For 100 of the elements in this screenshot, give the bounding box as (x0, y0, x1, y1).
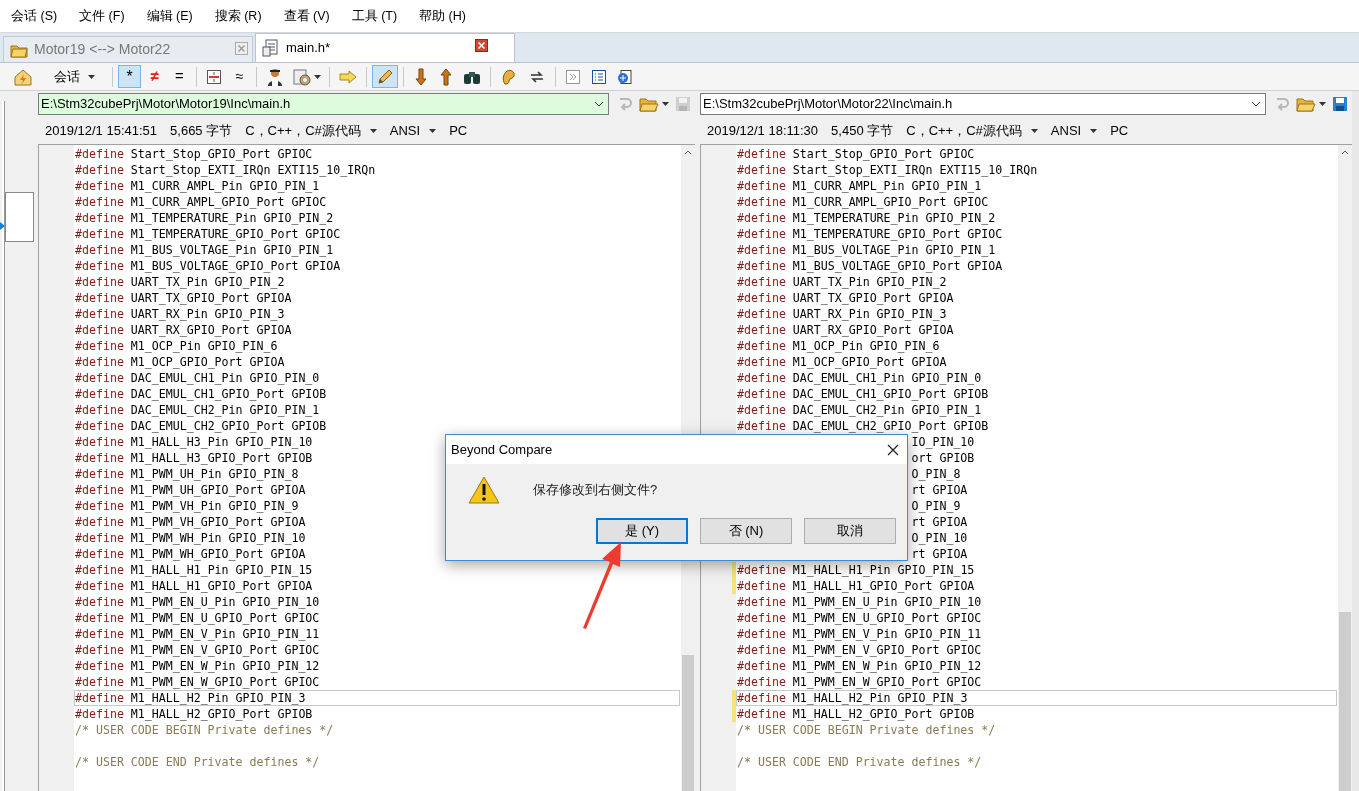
code-line: #define UART_TX_Pin GPIO_PIN_2 (75, 274, 285, 290)
line-ending-label[interactable]: PC (449, 120, 468, 141)
menu-item[interactable]: 工具 (T) (350, 6, 399, 26)
open-folder-dropdown[interactable] (1296, 96, 1326, 112)
code-line: #define M1_PWM_EN_V_GPIO_Port GPIOC (75, 642, 320, 658)
close-icon[interactable] (475, 39, 488, 52)
code-line: #define M1_PWM_EN_V_GPIO_Port GPIOC (737, 642, 982, 658)
tab[interactable]: Motor19 <--> Motor22 (3, 36, 253, 62)
code-line: #define M1_PWM_VH_Pin GPIO_PIN_9 (75, 498, 299, 514)
code-line: #define UART_TX_GPIO_Port GPIOA (75, 290, 292, 306)
code-line: #define DAC_EMUL_CH1_Pin GPIO_PIN_0 (75, 370, 320, 386)
code-line: rt GPIOA (911, 546, 968, 562)
encoding-dropdown[interactable]: ANSI (1050, 120, 1098, 141)
code-line: #define DAC_EMUL_CH2_GPIO_Port GPIOB (75, 418, 327, 434)
code-line: #define M1_PWM_VH_GPIO_Port GPIOA (75, 514, 306, 530)
code-line: #define M1_CURR_AMPL_GPIO_Port GPIOC (75, 194, 327, 210)
scroll-up-icon[interactable] (684, 150, 692, 155)
code-line: #define M1_PWM_EN_V_Pin GPIO_PIN_11 (75, 626, 320, 642)
line-ending-label[interactable]: PC (1110, 120, 1129, 141)
code-comment: /* USER CODE BEGIN Private defines */ (737, 722, 996, 738)
warning-icon[interactable] (468, 476, 500, 504)
code-line: ort GPIOB (911, 450, 975, 466)
caret-icon (369, 128, 377, 133)
code-line: #define M1_TEMPERATURE_GPIO_Port GPIOC (737, 226, 1003, 242)
format-dropdown[interactable]: C，C++，C#源代码 (245, 120, 377, 141)
format-dropdown[interactable]: C，C++，C#源代码 (906, 120, 1038, 141)
path-field[interactable]: E:\Stm32cubePrj\Motor\Motor19\Inc\main.h (38, 93, 609, 115)
code-line: #define Start_Stop_EXTI_IRQn EXTI15_10_IRQn (75, 162, 376, 178)
code-line: #define M1_BUS_VOLTAGE_GPIO_Port GPIOA (75, 258, 341, 274)
code-line: #define M1_PWM_EN_W_GPIO_Port GPIOC (75, 674, 320, 690)
scrollbar-thumb[interactable] (1339, 612, 1351, 791)
dialog-button[interactable]: 取消 (804, 518, 896, 544)
filter-button[interactable]: = (168, 65, 191, 88)
code-line: #define M1_HALL_H1_Pin GPIO_PIN_15 (75, 562, 313, 578)
file-date: 2019/12/1 18:11:30 (707, 121, 819, 140)
scroll-up-icon[interactable] (1341, 150, 1349, 155)
dialog-button[interactable]: 是 (Y) (596, 518, 688, 544)
tab-label: main.h* (286, 39, 331, 58)
code-line: #define M1_HALL_H3_GPIO_Port GPIOB (75, 450, 313, 466)
code-line: #define M1_PWM_UH_Pin GPIO_PIN_8 (75, 466, 299, 482)
code-line: #define M1_PWM_EN_U_GPIO_Port GPIOC (75, 610, 320, 626)
filter-button[interactable]: * (118, 65, 141, 88)
chevron-icon (594, 101, 604, 107)
dialog-button[interactable]: 否 (N) (700, 518, 792, 544)
save-icon[interactable] (1332, 96, 1348, 112)
code-line: rt GPIOA (911, 482, 968, 498)
code-line: #define UART_RX_Pin GPIO_PIN_3 (737, 306, 947, 322)
menu-item[interactable]: 查看 (V) (282, 6, 331, 26)
close-icon[interactable] (887, 443, 899, 456)
caret-icon (1090, 128, 1098, 133)
code-line: #define UART_RX_Pin GPIO_PIN_3 (75, 306, 285, 322)
code-line: #define M1_PWM_WH_Pin GPIO_PIN_10 (75, 530, 306, 546)
file-date: 2019/12/1 15:41:51 (45, 121, 158, 140)
code-line: #define DAC_EMUL_CH2_GPIO_Port GPIOB (737, 418, 989, 434)
filter-button[interactable]: ≠ (143, 65, 166, 88)
code-comment: /* USER CODE END Private defines */ (737, 754, 982, 770)
similar-button[interactable]: ≈ (228, 65, 251, 88)
scrollbar-thumb[interactable] (682, 655, 694, 791)
code-line: #define UART_TX_Pin GPIO_PIN_2 (737, 274, 947, 290)
menu-item[interactable]: 会话 (S) (10, 6, 59, 26)
path-field[interactable]: E:\Stm32cubePrj\Motor\Motor22\Inc\main.h (700, 93, 1266, 115)
menu-item[interactable]: 搜索 (R) (213, 6, 263, 26)
dialog-message: 保存修改到右侧文件? (533, 481, 658, 500)
caret-icon (1030, 128, 1038, 133)
code-line: O_PIN_8 (911, 466, 961, 482)
open-folder-dropdown[interactable] (639, 96, 669, 112)
code-line: #define DAC_EMUL_CH2_Pin GPIO_PIN_1 (737, 402, 982, 418)
menu-item[interactable]: 文件 (F) (78, 6, 126, 26)
code-line: #define Start_Stop_GPIO_Port GPIOC (75, 146, 313, 162)
code-line: #define M1_CURR_AMPL_Pin GPIO_PIN_1 (75, 178, 320, 194)
code-line: #define UART_RX_GPIO_Port GPIOA (737, 322, 954, 338)
code-line: IO_PIN_10 (911, 434, 975, 450)
session-dropdown[interactable]: 会话 (42, 65, 107, 88)
code-line: #define M1_TEMPERATURE_Pin GPIO_PIN_2 (737, 210, 996, 226)
code-line: #define M1_PWM_EN_U_Pin GPIO_PIN_10 (737, 594, 982, 610)
code-line: #define M1_CURR_AMPL_Pin GPIO_PIN_1 (737, 178, 982, 194)
menu-item[interactable]: 编辑 (E) (145, 6, 194, 26)
scrollbar[interactable] (1338, 145, 1352, 791)
encoding-dropdown[interactable]: ANSI (389, 120, 437, 141)
code-line: #define M1_PWM_EN_W_GPIO_Port GPIOC (737, 674, 982, 690)
code-line: #define M1_PWM_UH_GPIO_Port GPIOA (75, 482, 306, 498)
overview-viewport[interactable] (5, 192, 34, 242)
code-line: #define M1_OCP_Pin GPIO_PIN_6 (737, 338, 940, 354)
tab[interactable]: main.h* (255, 33, 515, 62)
caret-icon (429, 128, 437, 133)
code-line: #define DAC_EMUL_CH2_Pin GPIO_PIN_1 (75, 402, 320, 418)
code-line: #define M1_PWM_WH_GPIO_Port GPIOA (75, 546, 306, 562)
code-line: #define DAC_EMUL_CH1_GPIO_Port GPIOB (75, 386, 327, 402)
menu-item[interactable]: 帮助 (H) (418, 6, 467, 26)
code-line: rt GPIOA (911, 514, 968, 530)
file-size: 5,450 字节 (831, 121, 894, 140)
dialog-title: Beyond Compare (451, 440, 553, 459)
code-line: #define M1_HALL_H1_GPIO_Port GPIOA (75, 578, 313, 594)
file-size: 5,665 字节 (170, 121, 233, 140)
code-line: #define DAC_EMUL_CH1_Pin GPIO_PIN_0 (737, 370, 982, 386)
document-icon[interactable] (262, 39, 280, 57)
code-line: #define M1_OCP_Pin GPIO_PIN_6 (75, 338, 278, 354)
code-line: #define M1_HALL_H2_Pin GPIO_PIN_3 (737, 690, 968, 706)
pencil-icon[interactable] (372, 65, 398, 88)
code-line: #define M1_HALL_H2_Pin GPIO_PIN_3 (75, 690, 306, 706)
